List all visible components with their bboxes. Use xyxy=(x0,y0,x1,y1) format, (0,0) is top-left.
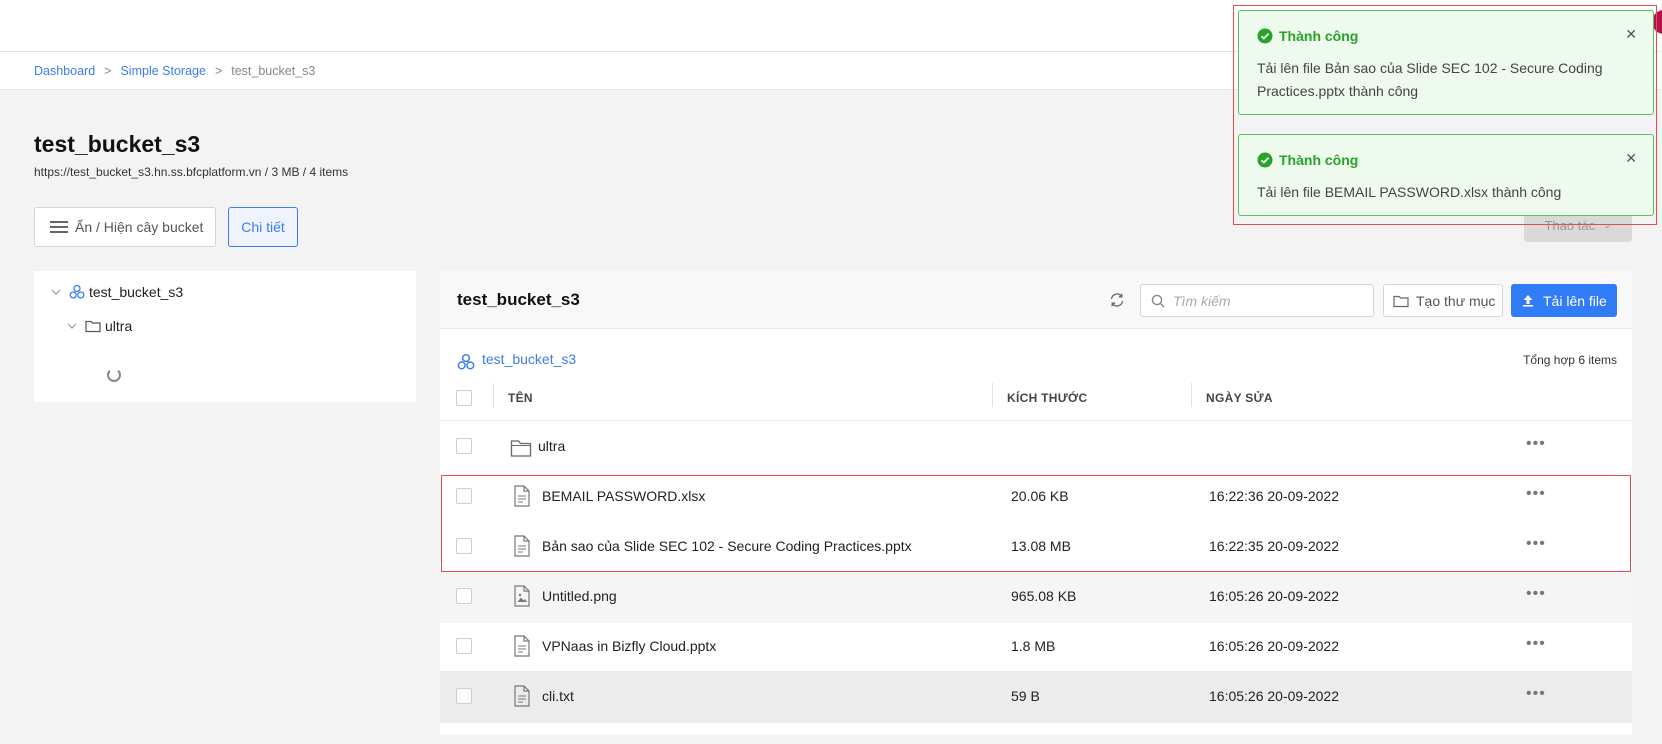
row-name[interactable]: cli.txt xyxy=(542,688,574,704)
column-divider xyxy=(493,383,494,407)
file-browser-header: test_bucket_s3 Tạo thư mục Tải lên file xyxy=(440,271,1632,329)
tree-item-label: ultra xyxy=(105,318,133,334)
breadcrumb-simple-storage[interactable]: Simple Storage xyxy=(120,64,205,78)
table-row[interactable]: BEMAIL PASSWORD.xlsx 20.06 KB 16:22:36 2… xyxy=(440,471,1632,523)
new-folder-label: Tạo thư mục xyxy=(1416,292,1496,309)
toggle-bucket-tree-button[interactable]: Ẩn / Hiện cây bucket xyxy=(34,207,216,247)
refresh-icon[interactable] xyxy=(1108,291,1126,309)
row-checkbox[interactable] xyxy=(456,538,472,554)
row-modified: 16:05:26 20-09-2022 xyxy=(1209,638,1339,654)
tree-item-root[interactable]: test_bucket_s3 xyxy=(49,284,183,300)
table-row[interactable]: ultra ••• xyxy=(440,421,1632,473)
close-icon[interactable]: ✕ xyxy=(1625,150,1637,167)
row-name[interactable]: VPNaas in Bizfly Cloud.pptx xyxy=(542,638,716,654)
toggle-bucket-tree-label: Ẩn / Hiện cây bucket xyxy=(75,219,204,235)
more-options-icon[interactable]: ••• xyxy=(1526,435,1546,453)
column-header-name[interactable]: TÊN xyxy=(508,391,533,405)
success-toast: Thành công ✕ Tải lên file BEMAIL PASSWOR… xyxy=(1238,134,1654,216)
row-name[interactable]: ultra xyxy=(538,438,565,454)
row-checkbox[interactable] xyxy=(456,688,472,704)
breadcrumb-separator: > xyxy=(104,63,112,78)
more-options-icon[interactable]: ••• xyxy=(1526,585,1546,603)
row-size: 59 B xyxy=(1011,688,1040,704)
close-icon[interactable]: ✕ xyxy=(1625,26,1637,43)
search-box[interactable] xyxy=(1140,284,1374,317)
search-icon xyxy=(1151,294,1165,307)
folder-icon xyxy=(510,440,532,457)
check-circle-icon xyxy=(1257,28,1273,44)
upload-file-button[interactable]: Tải lên file xyxy=(1511,284,1617,317)
row-name[interactable]: Untitled.png xyxy=(542,588,617,604)
row-size: 20.06 KB xyxy=(1011,488,1069,504)
current-bucket-label: test_bucket_s3 xyxy=(482,351,577,367)
row-modified: 16:05:26 20-09-2022 xyxy=(1209,688,1339,704)
image-file-icon xyxy=(514,585,530,607)
toast-title: Thành công xyxy=(1257,152,1358,168)
row-modified: 16:22:36 20-09-2022 xyxy=(1209,488,1339,504)
column-divider xyxy=(992,383,993,407)
file-icon xyxy=(514,485,530,507)
toast-title-label: Thành công xyxy=(1279,28,1359,44)
row-checkbox[interactable] xyxy=(456,588,472,604)
folder-icon xyxy=(85,320,101,333)
detail-button[interactable]: Chi tiết xyxy=(228,207,298,247)
table-row[interactable]: Bản sao của Slide SEC 102 - Secure Codin… xyxy=(440,521,1632,573)
bucket-icon xyxy=(69,284,85,299)
row-checkbox[interactable] xyxy=(456,438,472,454)
file-icon xyxy=(514,535,530,557)
search-input[interactable] xyxy=(1173,292,1363,309)
row-checkbox[interactable] xyxy=(456,638,472,654)
menu-icon xyxy=(50,221,68,233)
upload-file-label: Tải lên file xyxy=(1543,292,1607,309)
loading-spinner-icon xyxy=(107,368,121,382)
more-options-icon[interactable]: ••• xyxy=(1526,635,1546,653)
column-divider xyxy=(1191,383,1192,407)
row-modified: 16:22:35 20-09-2022 xyxy=(1209,538,1339,554)
row-size: 1.8 MB xyxy=(1011,638,1056,654)
table-row[interactable]: cli.txt 59 B 16:05:26 20-09-2022 ••• xyxy=(440,671,1632,723)
toast-message: Tải lên file Bản sao của Slide SEC 102 -… xyxy=(1257,60,1603,99)
tree-item-ultra[interactable]: ultra xyxy=(65,318,132,334)
toast-title: Thành công xyxy=(1257,28,1358,44)
table-header: TÊN KÍCH THƯỚC NGÀY SỬA xyxy=(440,376,1632,421)
row-name[interactable]: BEMAIL PASSWORD.xlsx xyxy=(542,488,705,504)
row-modified: 16:05:26 20-09-2022 xyxy=(1209,588,1339,604)
column-header-modified[interactable]: NGÀY SỬA xyxy=(1206,391,1273,405)
folder-icon xyxy=(1393,295,1409,307)
breadcrumb-dashboard[interactable]: Dashboard xyxy=(34,64,95,78)
bucket-tree-panel: test_bucket_s3 ultra xyxy=(34,271,416,402)
panel-title: test_bucket_s3 xyxy=(457,290,580,309)
page-title: test_bucket_s3 xyxy=(34,131,201,157)
toast-title-label: Thành công xyxy=(1279,152,1359,168)
file-icon xyxy=(514,635,530,657)
bucket-url-info: https://test_bucket_s3.hn.ss.bfcplatform… xyxy=(34,165,349,179)
more-options-icon[interactable]: ••• xyxy=(1526,685,1546,703)
tree-item-label: test_bucket_s3 xyxy=(89,284,184,300)
success-toast: Thành công ✕ Tải lên file Bản sao của Sl… xyxy=(1238,10,1654,115)
bucket-icon xyxy=(457,353,475,370)
file-browser-panel: test_bucket_s3 Tạo thư mục Tải lên file xyxy=(440,271,1632,735)
notification-stack: Thành công ✕ Tải lên file Bản sao của Sl… xyxy=(1233,5,1657,225)
new-folder-button[interactable]: Tạo thư mục xyxy=(1383,284,1503,317)
row-size: 13.08 MB xyxy=(1011,538,1071,554)
column-header-size[interactable]: KÍCH THƯỚC xyxy=(1007,391,1088,405)
total-items-count: Tổng hợp 6 items xyxy=(1523,353,1617,367)
row-checkbox[interactable] xyxy=(456,488,472,504)
select-all-checkbox[interactable] xyxy=(456,390,472,406)
more-options-icon[interactable]: ••• xyxy=(1526,535,1546,553)
toast-message: Tải lên file BEMAIL PASSWORD.xlsx thành … xyxy=(1257,184,1562,200)
breadcrumb-current: test_bucket_s3 xyxy=(231,63,316,78)
upload-icon xyxy=(1523,295,1533,307)
row-size: 965.08 KB xyxy=(1011,588,1077,604)
table-row[interactable]: Untitled.png 965.08 KB 16:05:26 20-09-20… xyxy=(440,571,1632,623)
check-circle-icon xyxy=(1257,152,1273,168)
chevron-down-icon[interactable] xyxy=(65,319,79,333)
current-bucket-link[interactable]: test_bucket_s3 xyxy=(457,347,576,371)
chevron-down-icon[interactable] xyxy=(49,285,63,299)
file-icon xyxy=(514,685,530,707)
breadcrumb-separator: > xyxy=(214,63,223,78)
more-options-icon[interactable]: ••• xyxy=(1526,485,1546,503)
row-name[interactable]: Bản sao của Slide SEC 102 - Secure Codin… xyxy=(542,538,912,554)
table-row[interactable]: VPNaas in Bizfly Cloud.pptx 1.8 MB 16:05… xyxy=(440,621,1632,673)
